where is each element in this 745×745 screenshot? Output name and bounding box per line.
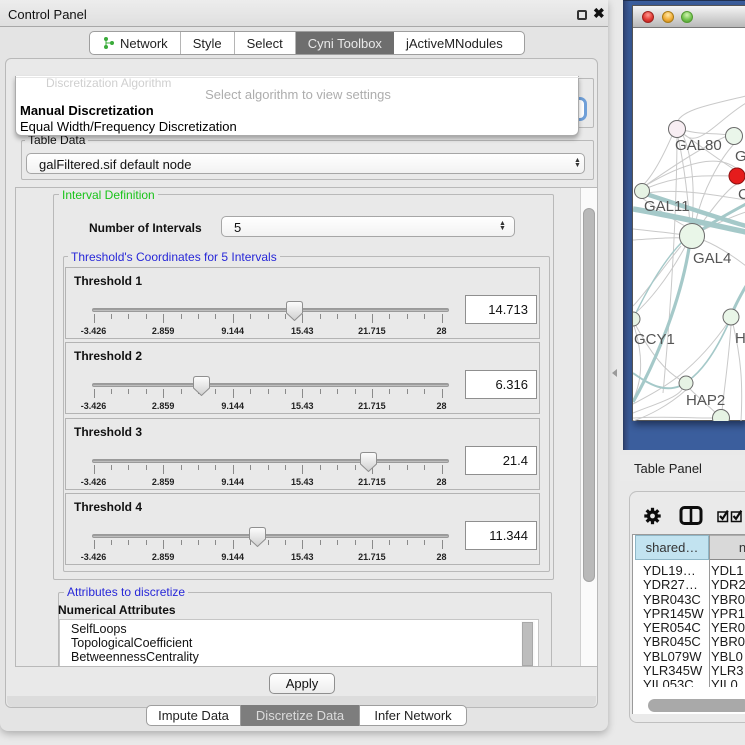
svg-text:G: G: [735, 148, 745, 165]
svg-text:HAP2: HAP2: [686, 392, 725, 409]
svg-text:C: C: [738, 186, 745, 203]
svg-text:GCY1: GCY1: [634, 331, 675, 348]
svg-text:GAL11: GAL11: [644, 198, 690, 215]
svg-text:GAL4: GAL4: [693, 250, 731, 267]
svg-text:H: H: [735, 330, 745, 347]
svg-text:GAL80: GAL80: [675, 137, 722, 154]
